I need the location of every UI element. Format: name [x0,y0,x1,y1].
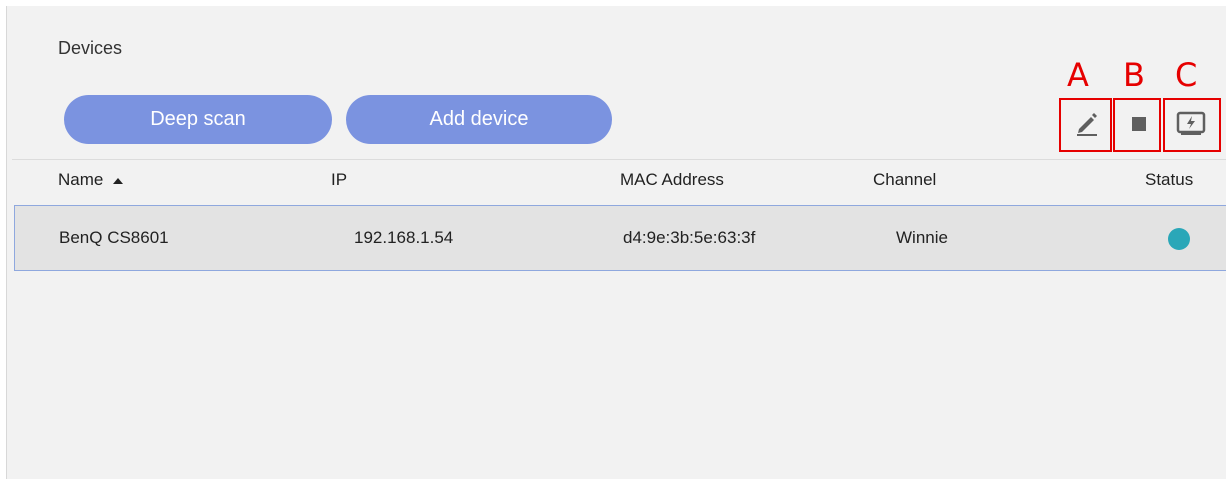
device-ip: 192.168.1.54 [354,228,454,247]
annotation-box-b [1113,98,1161,152]
page-title: Devices [58,38,123,58]
status-online-indicator [1168,228,1190,250]
column-header-status[interactable]: Status [1145,170,1193,190]
column-header-mac[interactable]: MAC Address [620,170,724,190]
device-name: BenQ CS8601 [59,228,169,247]
annotation-label-b: B [1123,56,1145,94]
annotation-label-a: A [1067,56,1089,94]
annotation-label-c: C [1175,56,1198,94]
annotation-box-a [1059,98,1112,152]
toolbar-divider [12,159,1226,160]
sort-ascending-icon [113,177,124,184]
device-mac: d4:9e:3b:5e:63:3f [623,228,756,247]
add-device-button[interactable]: Add device [346,95,612,144]
column-header-name-label: Name [58,170,104,189]
column-header-name[interactable]: Name [58,170,124,190]
device-channel: Winnie [896,228,948,247]
column-header-ip[interactable]: IP [331,170,347,190]
deep-scan-button[interactable]: Deep scan [64,95,332,144]
table-header: Name IP MAC Address Channel Status [0,170,1226,196]
annotation-box-c [1163,98,1221,152]
table-row[interactable]: BenQ CS8601 192.168.1.54 d4:9e:3b:5e:63:… [14,205,1226,271]
column-header-channel[interactable]: Channel [873,170,936,190]
